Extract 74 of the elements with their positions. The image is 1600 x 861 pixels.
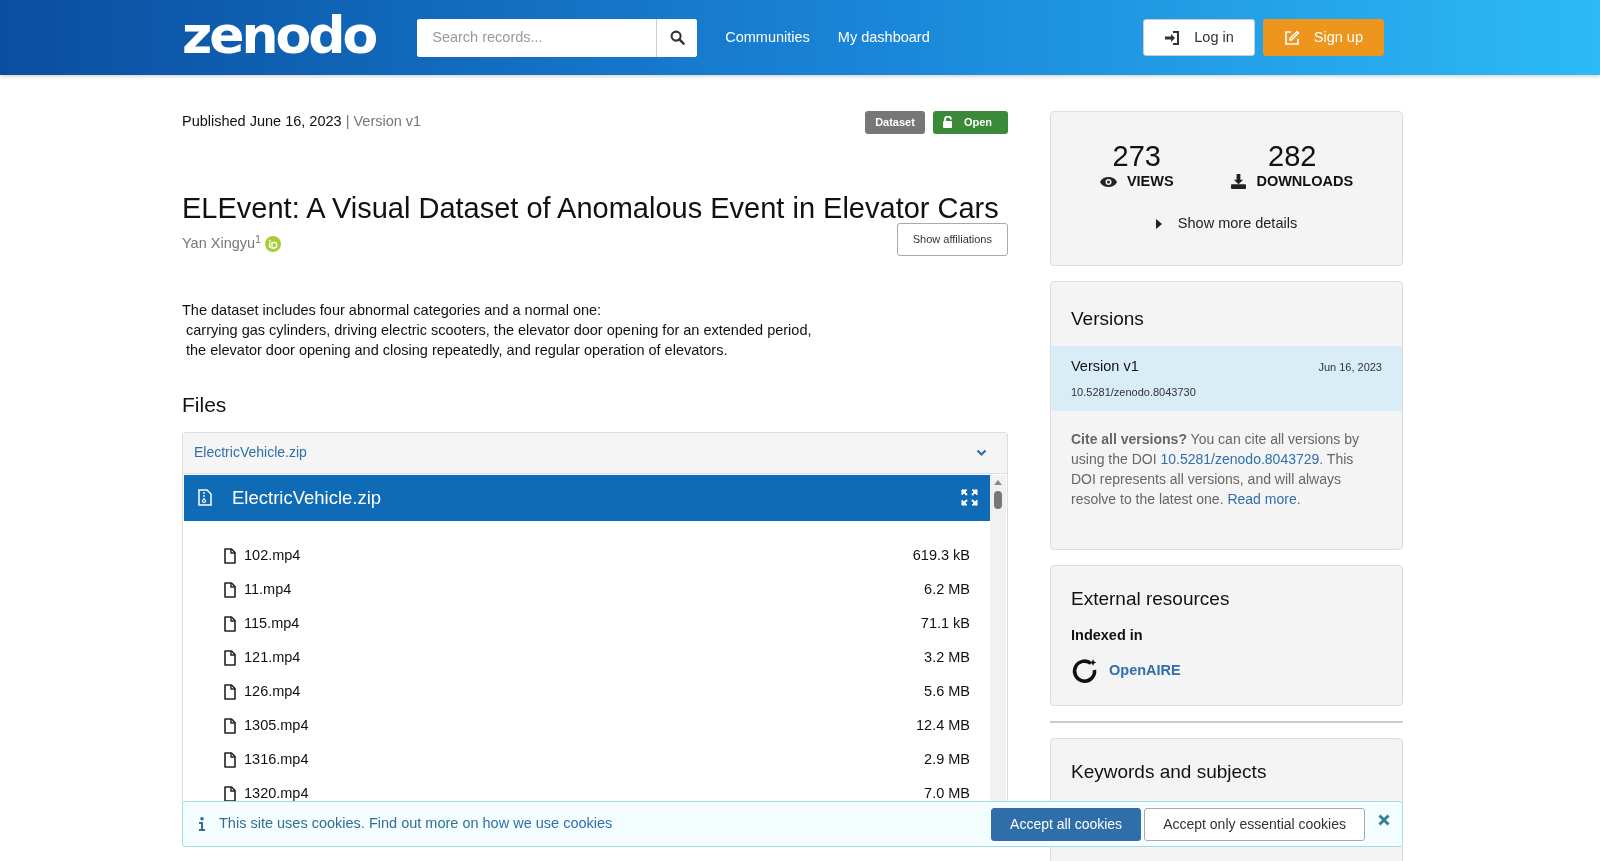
file-icon	[224, 650, 236, 666]
log-in-button[interactable]: Log in	[1143, 19, 1255, 56]
show-affiliations-button[interactable]: Show affiliations	[896, 223, 1008, 256]
caret-right-icon	[1155, 218, 1162, 229]
citation-note: Cite all versions? You can cite all versions by using the DOI 10.5281/zenodo.8043729. This DOI represents all versions, and will always resolve to the latest one. Read more.	[1070, 429, 1360, 509]
file-icon	[224, 616, 236, 632]
unlock-icon	[942, 116, 954, 129]
file-size: 7.0 MB	[924, 784, 970, 804]
file-name: 121.mp4	[244, 648, 301, 668]
access-badge: Open	[932, 111, 1008, 134]
resource-type-badge: Dataset	[865, 111, 925, 134]
section-heading: Files	[182, 391, 228, 417]
zip-file-icon	[198, 489, 212, 507]
file-name: 1316.mp4	[244, 750, 309, 770]
card-heading: Versions	[1070, 306, 1145, 331]
expand-icon[interactable]	[961, 489, 978, 507]
version-label: Version v1	[1071, 357, 1139, 377]
card-heading: Keywords and subjects	[1071, 761, 1268, 784]
file-icon	[224, 718, 236, 734]
version-item[interactable]: Version v1 Jun 16, 2023 10.5281/zenodo.8043730	[1051, 346, 1402, 411]
stat-value: 273	[1112, 142, 1161, 171]
version-doi: 10.5281/zenodo.8043730	[1071, 385, 1197, 401]
file-icon	[224, 786, 236, 802]
read-more-link[interactable]: Read more	[1227, 490, 1297, 507]
search-field[interactable]: Search records...	[417, 18, 698, 57]
zenodo-logo[interactable]: zenodo	[182, 8, 376, 61]
scroll-up-arrow-icon[interactable]	[994, 480, 1002, 485]
accordion-header[interactable]: ElectricVehicle.zip	[183, 433, 1007, 474]
file-name: 1305.mp4	[244, 716, 309, 736]
info-icon	[199, 817, 205, 831]
accept-essential-button[interactable]: Accept only essential cookies	[1144, 807, 1365, 841]
sign-in-icon	[1164, 30, 1181, 45]
edit-icon	[1283, 29, 1300, 46]
file-size: 619.3 kB	[912, 546, 970, 566]
accept-all-button[interactable]: Accept all cookies	[991, 807, 1142, 841]
record-title: ELEvent: A Visual Dataset of Anomalous Event in Elevator Cars	[182, 190, 1000, 226]
file-icon	[224, 752, 236, 768]
file-name: 11.mp4	[244, 580, 292, 600]
description-text: The dataset includes four abnormal categories and a normal one: carrying gas cylinders, driving electric scooters, the elevator door opening for an extended period, the elevator door opening and closing repeatedly, and regular operation of elevators.	[182, 300, 813, 360]
version-date: Jun 16, 2023	[1318, 359, 1382, 375]
file-name: 115.mp4	[244, 614, 300, 634]
creator-name[interactable]: Yan Xingyu$^{1}$	[182, 233, 262, 256]
nav-link[interactable]: My dashboard	[837, 26, 930, 49]
show-more-details-link[interactable]: Show more details	[1177, 212, 1298, 235]
indexed-in-label: Indexed in	[1071, 626, 1144, 646]
close-icon[interactable]	[1378, 814, 1390, 826]
publication-date: Published June 16, 2023 | Version v1	[182, 112, 422, 132]
file-size: 71.1 kB	[920, 614, 970, 634]
nav-link[interactable]: Communities	[725, 26, 810, 49]
cookie-notice-text: This site uses cookies. Find out more on how we use cookies	[219, 814, 614, 834]
ring-logo-icon	[1071, 657, 1099, 686]
preview-title: ElectricVehicle.zip	[232, 486, 383, 511]
file-name: 126.mp4	[244, 682, 301, 702]
file-size: 12.4 MB	[916, 716, 970, 736]
file-icon	[224, 684, 236, 700]
file-size: 6.2 MB	[924, 580, 970, 600]
file-icon	[224, 548, 236, 564]
file-size: 2.9 MB	[924, 750, 970, 770]
file-icon	[224, 582, 236, 598]
scrollbar-thumb[interactable]	[994, 491, 1002, 509]
file-size: 3.2 MB	[924, 648, 970, 668]
download-icon	[1231, 174, 1247, 190]
openaire-link[interactable]: OpenAIRE	[1109, 660, 1181, 682]
search-icon	[669, 30, 685, 45]
cookie-policy-link[interactable]: how we use cookies	[482, 815, 613, 832]
card-heading: External resources	[1071, 587, 1231, 611]
file-name: 1320.mp4	[244, 784, 309, 804]
stat-value: 282	[1268, 142, 1317, 171]
file-name: 102.mp4	[244, 546, 301, 566]
eye-icon	[1099, 175, 1117, 188]
stat-label: VIEWS	[1126, 172, 1174, 191]
search-button[interactable]	[656, 18, 698, 57]
file-size: 5.6 MB	[924, 682, 970, 702]
stat-label: DOWNLOADS	[1256, 172, 1354, 191]
